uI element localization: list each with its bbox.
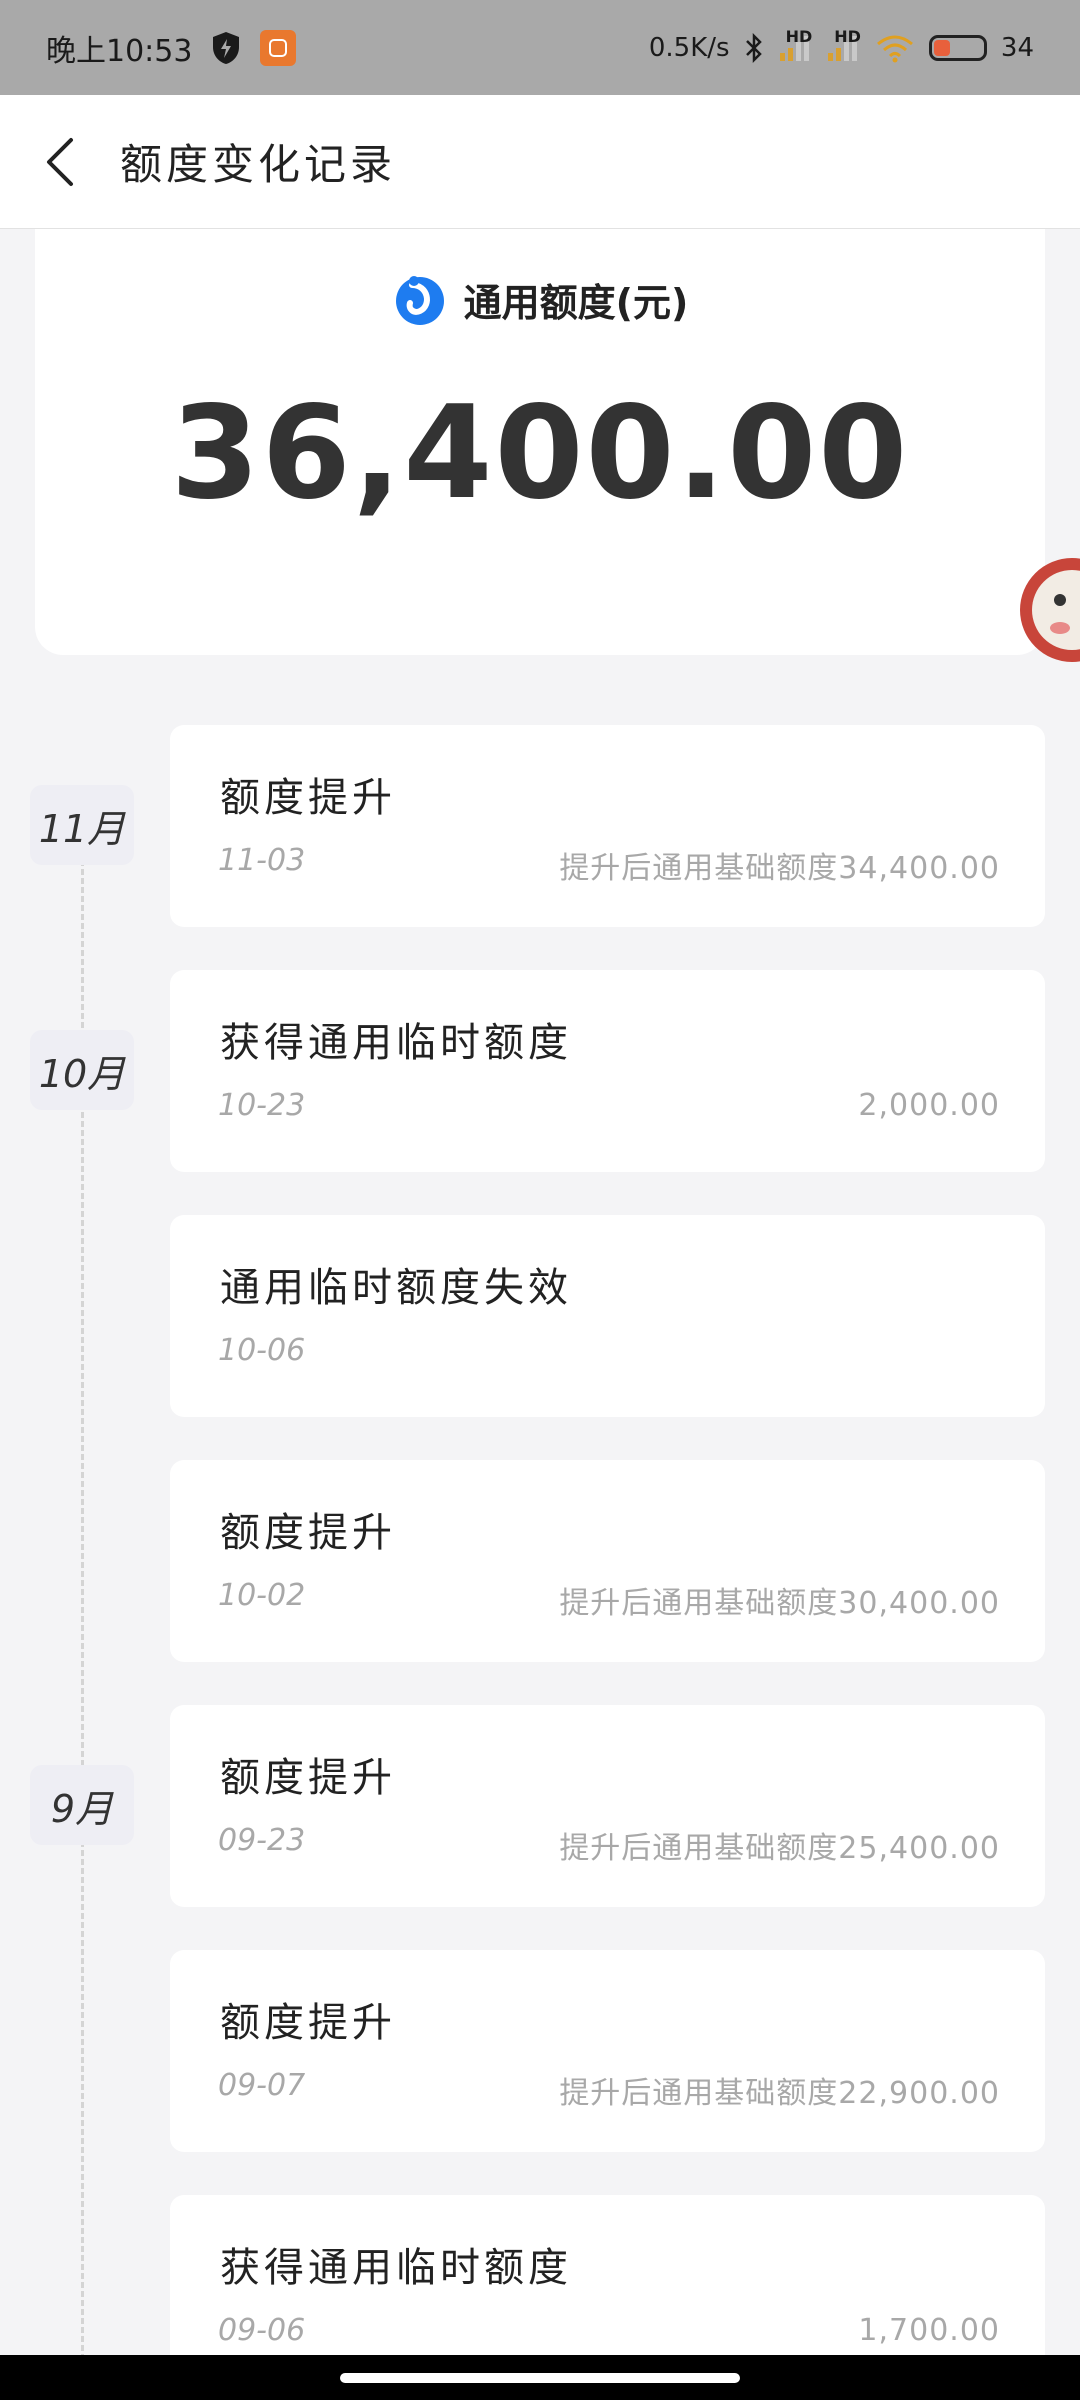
record-detail: 提升后通用基础额度25,400.00	[559, 1831, 1000, 1866]
record-item[interactable]: 获得通用临时额度 10-23 2,000.00	[170, 970, 1045, 1172]
status-time: 晚上10:53	[46, 33, 193, 69]
credit-amount: 36,400.00	[170, 379, 910, 528]
credit-summary-card: 通用额度(元) 36,400.00	[35, 229, 1045, 655]
chevron-left-icon	[47, 137, 73, 186]
record-date: 10-02	[218, 1578, 306, 1613]
record-title: 额度提升	[220, 1755, 396, 1801]
network-speed: 0.5K/s	[648, 32, 730, 63]
record-date: 09-23	[218, 1823, 306, 1858]
record-item[interactable]: 额度提升 09-23 提升后通用基础额度25,400.00	[170, 1705, 1045, 1907]
floating-mascot-icon[interactable]	[1010, 540, 1080, 680]
record-title: 获得通用临时额度	[220, 2245, 572, 2291]
record-item[interactable]: 额度提升 09-07 提升后通用基础额度22,900.00	[170, 1950, 1045, 2152]
mi-app-icon	[260, 29, 297, 66]
record-date: 10-23	[218, 1088, 306, 1123]
record-title: 获得通用临时额度	[220, 1020, 572, 1066]
record-date: 09-07	[218, 2068, 306, 2103]
record-detail: 2,000.00	[858, 1088, 1000, 1123]
record-title: 额度提升	[220, 775, 396, 821]
brand-logo-icon	[395, 276, 444, 325]
bluetooth-icon	[745, 32, 762, 63]
record-detail: 提升后通用基础额度34,400.00	[559, 851, 1000, 886]
record-date: 09-06	[218, 2313, 306, 2348]
battery-icon	[928, 34, 987, 61]
record-detail: 提升后通用基础额度22,900.00	[559, 2076, 1000, 2111]
record-item[interactable]: 额度提升 10-02 提升后通用基础额度30,400.00	[170, 1460, 1045, 1662]
month-label: 10月	[30, 1030, 134, 1110]
record-item[interactable]: 额度提升 11-03 提升后通用基础额度34,400.00	[170, 725, 1045, 927]
record-date: 10-06	[218, 1333, 306, 1368]
credit-label: 通用额度(元)	[463, 280, 689, 325]
status-bar: 晚上10:53 0.5K/s HD HD 34	[0, 0, 1080, 95]
record-detail: 提升后通用基础额度30,400.00	[559, 1586, 1000, 1621]
hd-label-2: HD	[834, 27, 861, 46]
shield-icon	[213, 31, 240, 64]
back-button[interactable]	[0, 95, 120, 229]
record-title: 额度提升	[220, 2000, 396, 2046]
record-detail: 1,700.00	[858, 2313, 1000, 2348]
nav-bar: 额度变化记录	[0, 95, 1080, 229]
hd-label-1: HD	[785, 27, 813, 46]
page-title: 额度变化记录	[120, 140, 397, 189]
record-item[interactable]: 通用临时额度失效 10-06	[170, 1215, 1045, 1417]
battery-level: 34	[1000, 32, 1034, 63]
record-date: 11-03	[218, 843, 306, 878]
home-indicator[interactable]	[340, 2373, 740, 2383]
record-title: 额度提升	[220, 1510, 396, 1556]
record-title: 通用临时额度失效	[220, 1265, 572, 1311]
month-label: 11月	[30, 785, 134, 865]
wifi-icon	[876, 35, 913, 62]
month-label: 9月	[30, 1765, 134, 1845]
